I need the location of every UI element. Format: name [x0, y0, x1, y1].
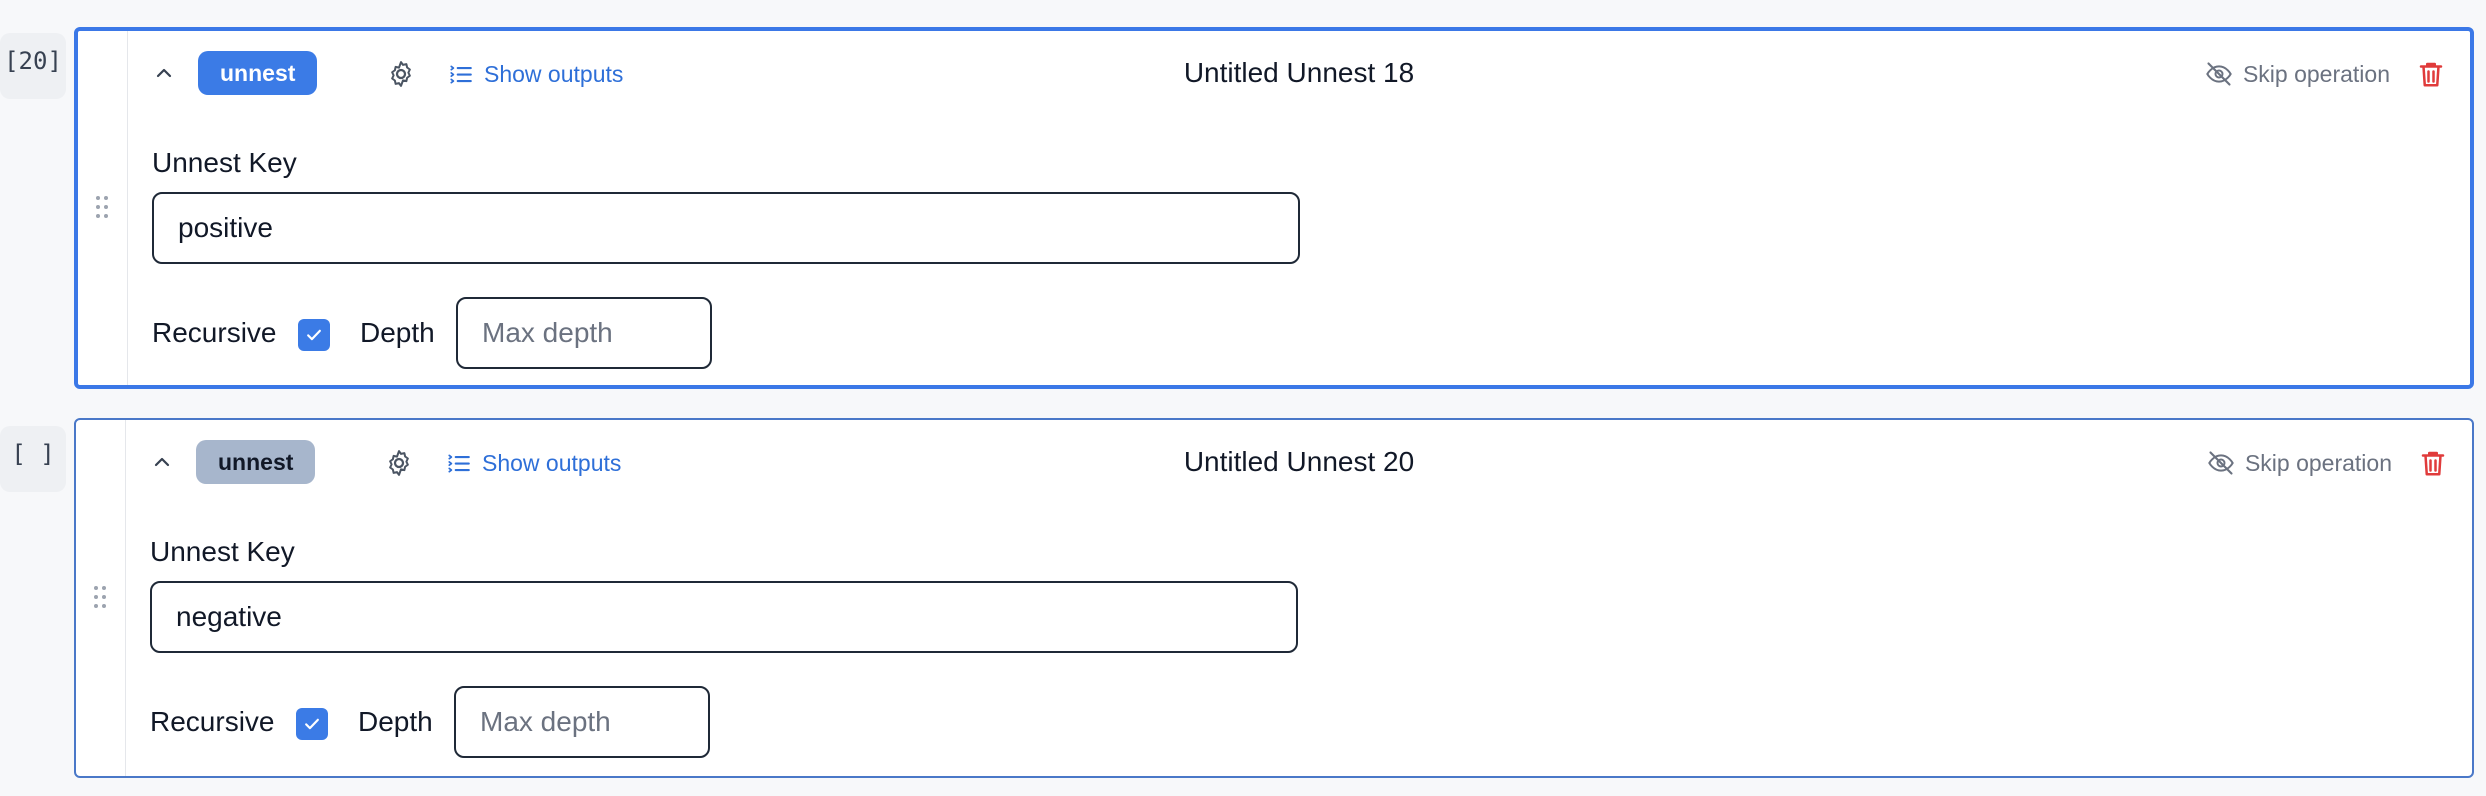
eye-off-icon	[2208, 451, 2234, 475]
operation-title[interactable]: Untitled Unnest 18	[128, 57, 2470, 89]
eye-off-icon	[2206, 62, 2232, 86]
recursive-checkbox[interactable]	[296, 708, 328, 740]
drag-handle-icon[interactable]	[96, 196, 110, 220]
operation-title[interactable]: Untitled Unnest 20	[126, 446, 2472, 478]
depth-label: Depth	[358, 706, 433, 737]
skip-operation-button[interactable]: Skip operation	[2207, 446, 2392, 480]
unnest-key-label: Unnest Key	[152, 147, 297, 178]
max-depth-input[interactable]	[454, 686, 710, 758]
execution-count: [ ]	[0, 426, 66, 492]
operation-cell: [20] unnest Show outputs Untitled Unnest…	[0, 27, 2486, 389]
skip-operation-button[interactable]: Skip operation	[2205, 57, 2390, 91]
max-depth-input[interactable]	[456, 297, 712, 369]
unnest-key-input[interactable]	[152, 192, 1300, 264]
cell-header: unnest Show outputs Untitled Unnest 18 S…	[128, 31, 2470, 121]
drag-column	[78, 31, 128, 385]
cell-header: unnest Show outputs Untitled Unnest 20 S…	[126, 420, 2472, 510]
skip-operation-label: Skip operation	[2242, 60, 2390, 87]
unnest-key-input[interactable]	[150, 581, 1298, 653]
operation-cell: [ ] unnest Show outputs Untitled Unnest …	[0, 418, 2486, 778]
recursive-label: Recursive	[152, 317, 277, 348]
trash-icon[interactable]	[2418, 448, 2448, 478]
recursive-checkbox[interactable]	[298, 319, 330, 351]
check-icon	[305, 718, 319, 730]
drag-handle-icon[interactable]	[94, 586, 108, 610]
trash-icon[interactable]	[2416, 59, 2446, 89]
execution-count: [20]	[0, 33, 66, 99]
depth-label: Depth	[360, 317, 435, 348]
operation-card[interactable]: unnest Show outputs Untitled Unnest 18 S…	[74, 27, 2474, 389]
skip-operation-label: Skip operation	[2244, 449, 2392, 476]
recursive-label: Recursive	[150, 706, 275, 737]
drag-column	[76, 420, 126, 776]
unnest-key-label: Unnest Key	[150, 536, 295, 567]
check-icon	[307, 329, 321, 341]
operation-card[interactable]: unnest Show outputs Untitled Unnest 20 S…	[74, 418, 2474, 778]
